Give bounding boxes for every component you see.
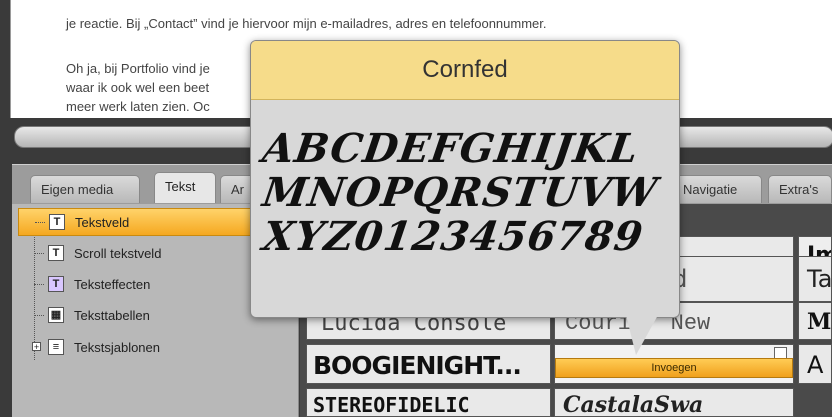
tree-connector bbox=[34, 253, 44, 254]
tree-item-label: Scroll tekstveld bbox=[74, 246, 162, 261]
font-cell-boogienight[interactable]: BOOGIENIGHT... bbox=[306, 344, 551, 384]
document-paragraph: je reactie. Bij „Contact” vind je hiervo… bbox=[66, 16, 547, 31]
tree-connector bbox=[34, 315, 44, 316]
popup-title: Cornfed bbox=[251, 41, 679, 100]
document-line: meer werk laten zien. Oc bbox=[66, 99, 210, 114]
font-cell-label: CastalaSwa bbox=[563, 392, 704, 417]
tree-item-label: Tekstveld bbox=[75, 215, 130, 230]
tree-connector bbox=[34, 284, 44, 285]
tree-item-label: Tekstsjablonen bbox=[74, 340, 160, 355]
font-sample-line: ABCDEFGHIJKL bbox=[259, 125, 642, 172]
font-cell-label: STEREOFIDELIC bbox=[313, 393, 470, 417]
tree-item-tekstsjablonen[interactable]: + ≡ Tekstsjablonen bbox=[18, 334, 290, 362]
font-cell[interactable]: M bbox=[798, 302, 832, 340]
text-effects-icon: T bbox=[48, 276, 64, 292]
tab-eigen-media[interactable]: Eigen media bbox=[30, 175, 140, 203]
tab-tekst[interactable]: Tekst bbox=[154, 172, 216, 203]
text-field-icon: T bbox=[49, 214, 65, 230]
font-cell[interactable]: A bbox=[798, 344, 832, 384]
font-cell-castala[interactable]: CastalaSwa bbox=[554, 388, 794, 417]
font-cell-tahoma[interactable]: Ta bbox=[798, 256, 832, 302]
font-preview-popup: Cornfed ABCDEFGHIJKL MNOPQRSTUVW XYZ0123… bbox=[250, 40, 680, 318]
font-cell-label: A bbox=[807, 351, 824, 379]
insert-button[interactable]: Invoegen bbox=[555, 358, 793, 378]
tree-item-label: Teksttabellen bbox=[74, 308, 150, 323]
font-cell-label: M bbox=[807, 309, 832, 335]
tree-item-label: Teksteffecten bbox=[74, 277, 151, 292]
document-line: Oh ja, bij Portfolio vind je bbox=[66, 61, 210, 76]
font-sample-line: MNOPQRSTUVW bbox=[259, 169, 661, 216]
document-line: waar ik ook wel een beet bbox=[66, 80, 210, 95]
tab-extras[interactable]: Extra's bbox=[768, 175, 832, 203]
table-icon: ▦ bbox=[48, 307, 64, 323]
popup-pointer bbox=[626, 315, 658, 355]
tree-connector bbox=[35, 222, 45, 223]
font-cell-label: Ta bbox=[807, 265, 832, 293]
scroll-text-icon: T bbox=[48, 245, 64, 261]
template-icon: ≡ bbox=[48, 339, 64, 355]
tab-navigatie[interactable]: Navigatie bbox=[672, 175, 762, 203]
font-sample-line: XYZ0123456789 bbox=[259, 213, 647, 260]
font-cell-stereofidelic[interactable]: STEREOFIDELIC bbox=[306, 388, 551, 417]
expand-icon[interactable]: + bbox=[32, 342, 41, 352]
font-cell-label: BOOGIENIGHT... bbox=[313, 351, 522, 380]
